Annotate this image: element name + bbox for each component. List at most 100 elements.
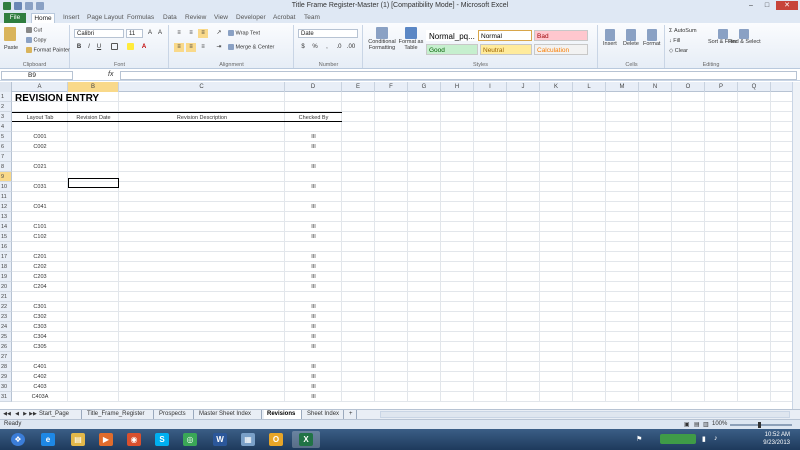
orientation-button[interactable]: ↗ [214,29,224,38]
cut-button[interactable]: Cut [26,27,42,33]
layout-tab-cell[interactable]: C401 [12,362,68,372]
tab-formulas[interactable]: Formulas [127,13,154,23]
checked-by-cell[interactable]: III [285,282,342,292]
taskbar-explorer-button[interactable]: ▤ [64,431,92,448]
volume-icon[interactable]: ♪ [714,435,718,442]
name-box[interactable]: B9 [1,71,73,80]
column-header-p[interactable]: P [705,82,738,92]
row-cells[interactable]: C402 III [12,372,792,382]
taskbar-skype-button[interactable]: S [148,431,176,448]
layout-tab-cell[interactable]: C304 [12,332,68,342]
column-header-b[interactable]: B [68,82,119,92]
column-header-q[interactable]: Q [738,82,771,92]
select-all-corner[interactable] [0,82,12,92]
layout-tab-cell[interactable]: C001 [12,132,68,142]
taskbar-ie-button[interactable]: e [34,431,62,448]
row-header[interactable]: 24 [0,322,12,332]
system-clock[interactable]: 10:52 AM 9/23/2013 [763,431,790,447]
header-layout-tab[interactable]: Layout Tab [12,112,68,122]
checked-by-cell[interactable]: III [285,202,342,212]
worksheet-grid[interactable]: ABCDEFGHIJKLMNOPQ 1 REVISION ENTRY 2 3 Layou… [0,82,792,409]
column-header-c[interactable]: C [119,82,285,92]
sheet-tab[interactable]: Start_Page [36,410,82,419]
cell-style-normal-pq[interactable]: Normal_pq... [426,30,478,41]
checked-by-cell[interactable]: III [285,142,342,152]
page-layout-view-icon[interactable]: ▤ [694,421,700,428]
normal-view-icon[interactable]: ▣ [684,421,690,428]
merge-center-button[interactable]: Merge & Center [228,44,274,50]
checked-by-cell[interactable]: III [285,392,342,402]
checked-by-cell[interactable]: III [285,262,342,272]
insert-function-icon[interactable]: fx [108,71,113,78]
row-cells[interactable]: C204 III [12,282,792,292]
row-cells[interactable]: C403 III [12,382,792,392]
row-cells[interactable]: C203 III [12,272,792,282]
shrink-font-button[interactable]: A [155,29,165,38]
row-header[interactable]: 28 [0,362,12,372]
cell-style-normal[interactable]: Normal [478,30,532,41]
row-header[interactable]: 30 [0,382,12,392]
row-cells[interactable]: C305 III [12,342,792,352]
first-sheet-button[interactable]: ◀◀ [2,410,12,419]
cell-style-neutral[interactable]: Neutral [480,44,532,55]
row-cells[interactable]: C041 III [12,202,792,212]
taskbar-media-button[interactable]: ▶ [92,431,120,448]
row-cells[interactable]: REVISION ENTRY [12,92,792,104]
header-checked-by[interactable]: Checked By [285,112,342,122]
row-header[interactable]: 14 [0,222,12,232]
row-header[interactable]: 22 [0,302,12,312]
row-header[interactable]: 23 [0,312,12,322]
row-header[interactable]: 15 [0,232,12,242]
font-color-button[interactable]: A [139,43,149,52]
align-top-button[interactable]: ≡ [174,29,184,38]
column-header-l[interactable]: L [573,82,606,92]
tab-view[interactable]: View [214,13,228,23]
cell-style-good[interactable]: Good [426,44,478,55]
indent-button[interactable]: ⇥ [214,43,224,52]
row-header[interactable]: 10 [0,182,12,192]
sheet-tab[interactable]: Title_Frame_Register [84,410,154,419]
checked-by-cell[interactable]: III [285,272,342,282]
row-header[interactable]: 31 [0,392,12,402]
checked-by-cell[interactable]: III [285,302,342,312]
formula-input[interactable] [120,71,797,80]
insert-cells-button[interactable]: Insert [603,29,617,47]
insert-sheet-icon[interactable]: + [346,410,357,419]
row-cells[interactable]: C403A III [12,392,792,402]
tab-insert[interactable]: Insert [63,13,79,23]
taskbar-excel-button[interactable]: X [292,431,320,448]
align-bottom-button[interactable]: ≡ [198,29,208,38]
row-cells[interactable] [12,212,792,222]
row-cells[interactable] [12,192,792,202]
row-header[interactable]: 3 [0,112,12,122]
layout-tab-cell[interactable]: C305 [12,342,68,352]
column-header-g[interactable]: G [408,82,441,92]
column-header-a[interactable]: A [12,82,68,92]
layout-tab-cell[interactable]: C101 [12,222,68,232]
layout-tab-cell[interactable]: C303 [12,322,68,332]
tab-developer[interactable]: Developer [236,13,266,23]
layout-tab-cell[interactable]: C031 [12,182,68,192]
paste-button[interactable] [4,27,16,41]
layout-tab-cell[interactable]: C302 [12,312,68,322]
column-header-o[interactable]: O [672,82,705,92]
zoom-level[interactable]: 100% [712,421,727,427]
row-header[interactable]: 17 [0,252,12,262]
layout-tab-cell[interactable]: C203 [12,272,68,282]
row-cells[interactable]: C102 III [12,232,792,242]
row-cells[interactable]: C201 III [12,252,792,262]
fill-color-button[interactable] [125,43,135,52]
column-header-j[interactable]: J [507,82,540,92]
selected-cell-b9[interactable] [68,178,119,188]
clear-button[interactable]: ◇ Clear [669,48,688,54]
copy-button[interactable]: Copy [26,37,46,43]
taskbar-misc-button[interactable]: ▦ [234,431,262,448]
row-cells[interactable]: C031 III [12,182,792,192]
checked-by-cell[interactable]: III [285,132,342,142]
row-header[interactable]: 4 [0,122,12,132]
checked-by-cell[interactable]: III [285,362,342,372]
row-cells[interactable]: C401 III [12,362,792,372]
column-header-m[interactable]: M [606,82,639,92]
checked-by-cell[interactable]: III [285,222,342,232]
row-cells[interactable] [12,352,792,362]
